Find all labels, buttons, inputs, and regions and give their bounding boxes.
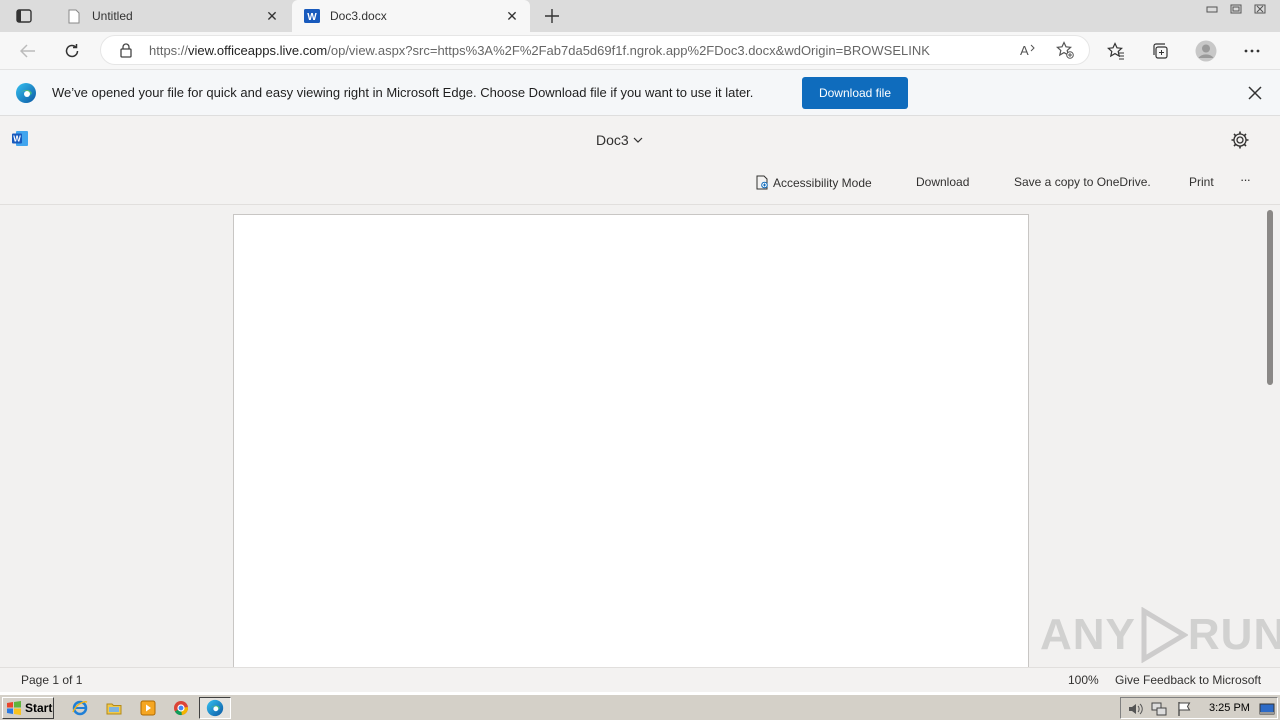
document-title-text: Doc3 bbox=[596, 132, 629, 148]
edge-taskbar-button[interactable] bbox=[199, 697, 231, 719]
explorer-taskbar-button[interactable] bbox=[104, 698, 124, 718]
collections-button[interactable] bbox=[1146, 37, 1174, 65]
more-icon bbox=[1244, 49, 1260, 53]
network-icon[interactable] bbox=[1151, 701, 1167, 717]
accessibility-mode-label: Accessibility Mode bbox=[773, 175, 872, 190]
chrome-icon bbox=[174, 701, 188, 716]
tab-untitled[interactable]: Untitled ✕ bbox=[54, 0, 290, 32]
window-controls bbox=[1200, 0, 1272, 18]
document-page[interactable] bbox=[233, 214, 1029, 667]
page-count: Page 1 of 1 bbox=[21, 673, 83, 687]
url-domain: view.officeapps.live.com bbox=[188, 42, 328, 58]
tab-title: Untitled bbox=[92, 9, 133, 23]
tab-close-icon[interactable]: ✕ bbox=[258, 2, 286, 30]
ie-taskbar-button[interactable] bbox=[70, 698, 90, 718]
internet-explorer-icon bbox=[72, 700, 88, 716]
tab-title: Doc3.docx bbox=[330, 9, 387, 23]
print-button[interactable]: Print bbox=[1189, 175, 1214, 189]
give-feedback-link[interactable]: Give Feedback to Microsoft bbox=[1115, 673, 1261, 687]
back-arrow-icon bbox=[20, 44, 35, 58]
chrome-taskbar-button[interactable] bbox=[171, 698, 191, 718]
tab-actions-button[interactable] bbox=[10, 7, 38, 25]
collections-icon bbox=[1153, 43, 1168, 59]
restore-button[interactable] bbox=[1224, 0, 1248, 18]
close-icon bbox=[1254, 4, 1266, 14]
svg-text:W: W bbox=[13, 135, 21, 144]
windows-taskbar: Start 3:25 PM bbox=[0, 694, 1280, 720]
avatar-icon bbox=[1195, 40, 1217, 62]
system-tray: 3:25 PM bbox=[1120, 697, 1278, 719]
tab-strip: Untitled ✕ W Doc3.docx ✕ bbox=[0, 0, 1280, 32]
download-file-button[interactable]: Download file bbox=[802, 77, 908, 109]
command-bar: Accessibility Mode Download Save a copy … bbox=[0, 172, 1280, 193]
watermark-text-left: ANY bbox=[1040, 610, 1136, 659]
navigation-bar: https://view.officeapps.live.com/op/view… bbox=[0, 32, 1280, 70]
favorites-icon bbox=[1107, 42, 1124, 60]
close-window-button[interactable] bbox=[1248, 0, 1272, 18]
plus-icon bbox=[545, 9, 559, 23]
watermark-text-right: RUN bbox=[1187, 610, 1280, 659]
page-icon bbox=[66, 8, 82, 24]
edge-logo-icon bbox=[16, 82, 36, 103]
media-player-taskbar-button[interactable] bbox=[138, 698, 158, 718]
close-infobar-icon[interactable] bbox=[1246, 84, 1264, 102]
address-bar[interactable]: https://view.officeapps.live.com/op/view… bbox=[100, 35, 1090, 65]
action-center-flag-icon[interactable] bbox=[1176, 701, 1192, 717]
accessibility-mode-button[interactable]: Accessibility Mode bbox=[756, 175, 872, 190]
word-viewer-header: W Doc3 Accessibility Mode Download Save … bbox=[0, 116, 1280, 205]
favorites-button[interactable] bbox=[1102, 37, 1130, 65]
tab-doc3[interactable]: W Doc3.docx ✕ bbox=[292, 0, 530, 32]
read-aloud-icon[interactable]: A bbox=[1015, 36, 1043, 64]
show-desktop-icon[interactable] bbox=[1259, 701, 1275, 717]
folder-icon bbox=[106, 703, 122, 715]
lock-icon[interactable] bbox=[119, 42, 135, 58]
more-commands-button[interactable]: ··· bbox=[1240, 172, 1251, 187]
add-favorite-icon[interactable] bbox=[1051, 36, 1079, 64]
volume-icon[interactable] bbox=[1127, 701, 1143, 717]
windows-flag-icon bbox=[7, 701, 21, 715]
document-canvas: ANY RUN bbox=[0, 205, 1280, 667]
info-message: We’ve opened your file for quick and eas… bbox=[52, 85, 754, 100]
minimize-button[interactable] bbox=[1200, 0, 1224, 18]
back-button[interactable] bbox=[14, 37, 42, 65]
new-tab-button[interactable] bbox=[540, 4, 564, 28]
start-label: Start bbox=[25, 701, 53, 715]
minimize-icon bbox=[1206, 6, 1218, 13]
document-title[interactable]: Doc3 bbox=[596, 132, 643, 148]
url-prefix: https:// bbox=[149, 42, 189, 58]
play-icon bbox=[1141, 607, 1188, 663]
chevron-down-icon bbox=[633, 137, 643, 143]
start-button[interactable]: Start bbox=[2, 697, 54, 719]
svg-text:A: A bbox=[1020, 43, 1029, 57]
save-copy-onedrive-button[interactable]: Save a copy to OneDrive. bbox=[1014, 175, 1151, 189]
refresh-button[interactable] bbox=[58, 37, 86, 65]
settings-gear-icon[interactable] bbox=[1230, 130, 1250, 150]
clock[interactable]: 3:25 PM bbox=[1209, 702, 1250, 714]
edge-icon bbox=[206, 699, 224, 717]
accessibility-doc-icon bbox=[756, 175, 768, 190]
url-text[interactable]: https://view.officeapps.live.com/op/view… bbox=[149, 43, 1015, 58]
svg-text:W: W bbox=[307, 12, 317, 23]
url-path: /op/view.aspx?src=https%3A%2F%2Fab7da5d6… bbox=[327, 42, 930, 58]
tab-actions-icon bbox=[16, 9, 32, 23]
status-bar: Page 1 of 1 100% Give Feedback to Micros… bbox=[0, 667, 1280, 692]
settings-more-button[interactable] bbox=[1238, 37, 1266, 65]
word-icon: W bbox=[304, 8, 320, 24]
profile-button[interactable] bbox=[1192, 37, 1220, 65]
anyrun-watermark: ANY RUN bbox=[1040, 607, 1280, 663]
download-button[interactable]: Download bbox=[916, 175, 969, 189]
restore-icon bbox=[1230, 4, 1242, 14]
refresh-icon bbox=[65, 44, 79, 58]
info-bar: We’ve opened your file for quick and eas… bbox=[0, 70, 1280, 116]
word-logo-icon[interactable]: W bbox=[12, 130, 29, 147]
zoom-level[interactable]: 100% bbox=[1068, 673, 1099, 687]
tab-close-icon[interactable]: ✕ bbox=[498, 2, 526, 30]
vertical-scrollbar[interactable] bbox=[1267, 210, 1273, 385]
media-player-icon bbox=[140, 700, 156, 716]
